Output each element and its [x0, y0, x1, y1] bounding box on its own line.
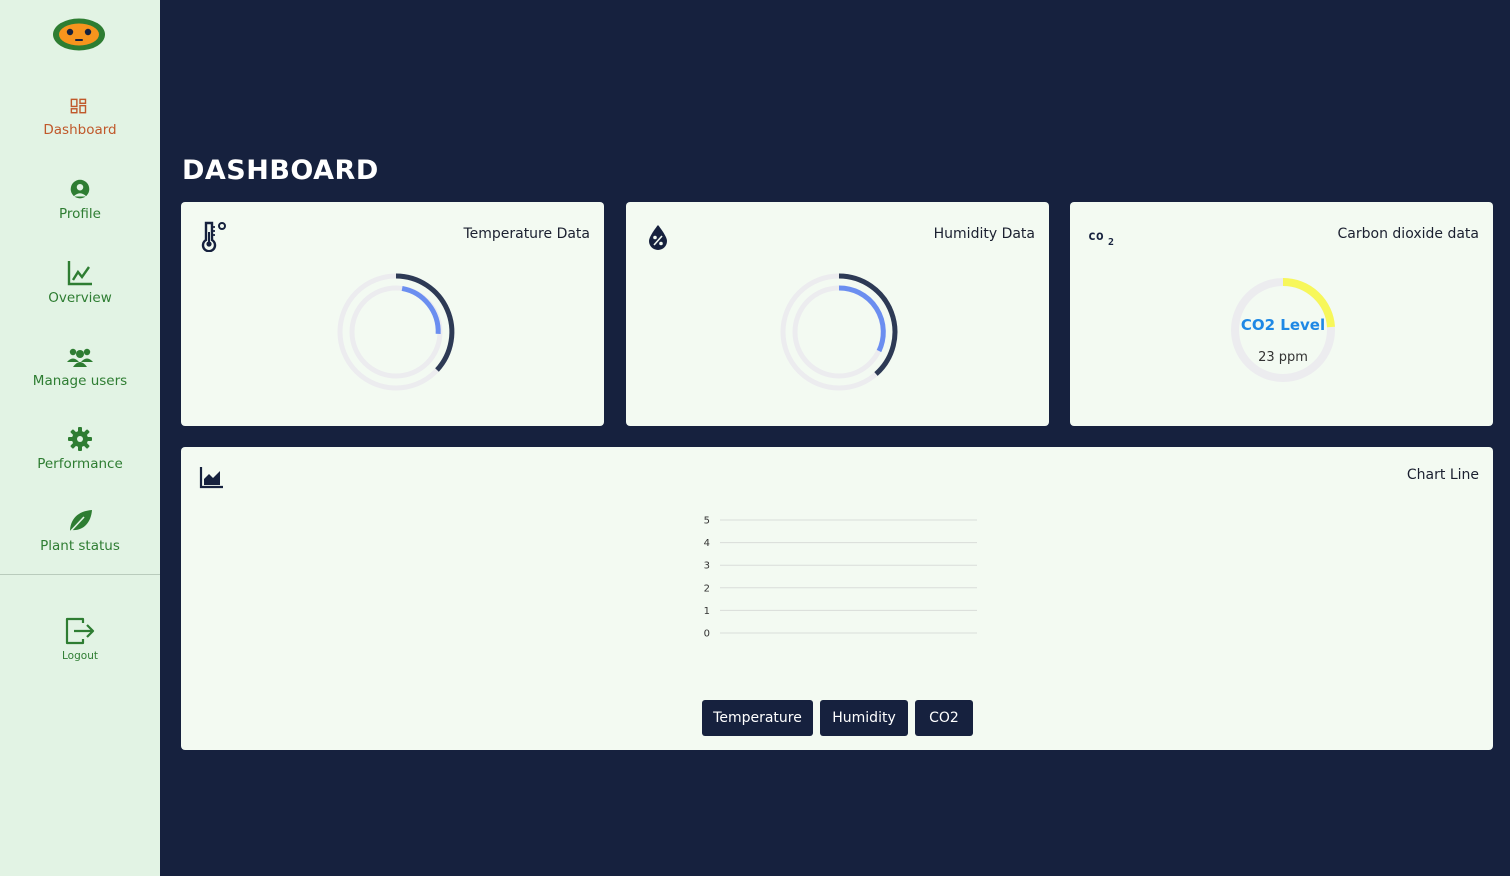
sidebar-item-manage-users[interactable]: Manage users	[0, 342, 160, 389]
logout-icon	[65, 617, 95, 645]
sidebar-item-dashboard[interactable]: Dashboard	[0, 97, 160, 138]
profile-icon	[70, 179, 90, 199]
thermometer-icon	[201, 221, 226, 252]
co2-card: co 2 Carbon dioxide data CO2 Level 23 pp…	[1070, 202, 1493, 426]
page-title: DASHBOARD	[182, 155, 379, 186]
sidebar-item-label: Manage users	[32, 373, 128, 389]
humidity-gauge	[780, 273, 898, 391]
humidity-card: Humidity Data	[626, 202, 1049, 426]
svg-text:2: 2	[1108, 237, 1114, 248]
humidity-chart-button[interactable]: Humidity	[820, 700, 908, 736]
co2-gauge-value: 23 ppm	[1258, 350, 1308, 365]
sidebar-item-overview[interactable]: Overview	[0, 259, 160, 306]
logout-label: Logout	[62, 650, 98, 662]
sidebar-item-label: Performance	[37, 456, 123, 472]
sidebar-item-label: Profile	[59, 206, 101, 222]
co2-card-title: Carbon dioxide data	[1337, 226, 1479, 242]
sidebar-divider	[0, 574, 160, 575]
temperature-card-title: Temperature Data	[463, 226, 590, 242]
humidity-card-title: Humidity Data	[933, 226, 1035, 242]
co2-icon: co 2	[1088, 229, 1114, 248]
y-tick-label: 3	[704, 561, 710, 572]
temperature-gauge	[337, 273, 455, 391]
sidebar-item-label: Overview	[48, 290, 112, 306]
sidebar-item-plant-status[interactable]: Plant status	[0, 507, 160, 554]
users-icon	[67, 348, 93, 367]
dashboard-grid-icon	[70, 98, 87, 114]
chart-line-icon	[67, 261, 92, 286]
sidebar: Dashboard Profile Overview Manage users	[0, 0, 160, 876]
y-tick-label: 2	[704, 583, 710, 594]
line-chart-plot: 0 1 2 3 4 5	[704, 516, 977, 640]
y-tick-label: 4	[704, 538, 710, 549]
co2-chart-button[interactable]: CO2	[915, 700, 973, 736]
leaf-icon	[68, 510, 92, 534]
sidebar-item-profile[interactable]: Profile	[0, 177, 160, 222]
svg-text:co: co	[1088, 229, 1104, 244]
app-logo[interactable]	[52, 17, 106, 52]
temperature-chart-button[interactable]: Temperature	[702, 700, 813, 736]
humidity-drop-icon	[649, 225, 667, 250]
temperature-card: Temperature Data	[181, 202, 604, 426]
co2-gauge-title: CO2 Level	[1240, 316, 1326, 334]
y-tick-label: 1	[704, 606, 710, 617]
logout-button[interactable]: Logout	[0, 614, 160, 662]
line-chart-card: Chart Line 0 1 2 3 4 5 Temperature Humidity C…	[181, 447, 1493, 750]
area-chart-icon	[199, 467, 223, 489]
sidebar-item-label: Dashboard	[43, 122, 117, 138]
line-chart-title: Chart Line	[1406, 467, 1479, 483]
gear-icon	[68, 427, 92, 451]
y-tick-label: 5	[704, 516, 710, 527]
y-tick-label: 0	[704, 629, 710, 640]
sidebar-item-performance[interactable]: Performance	[0, 425, 160, 472]
sidebar-item-label: Plant status	[40, 538, 120, 554]
